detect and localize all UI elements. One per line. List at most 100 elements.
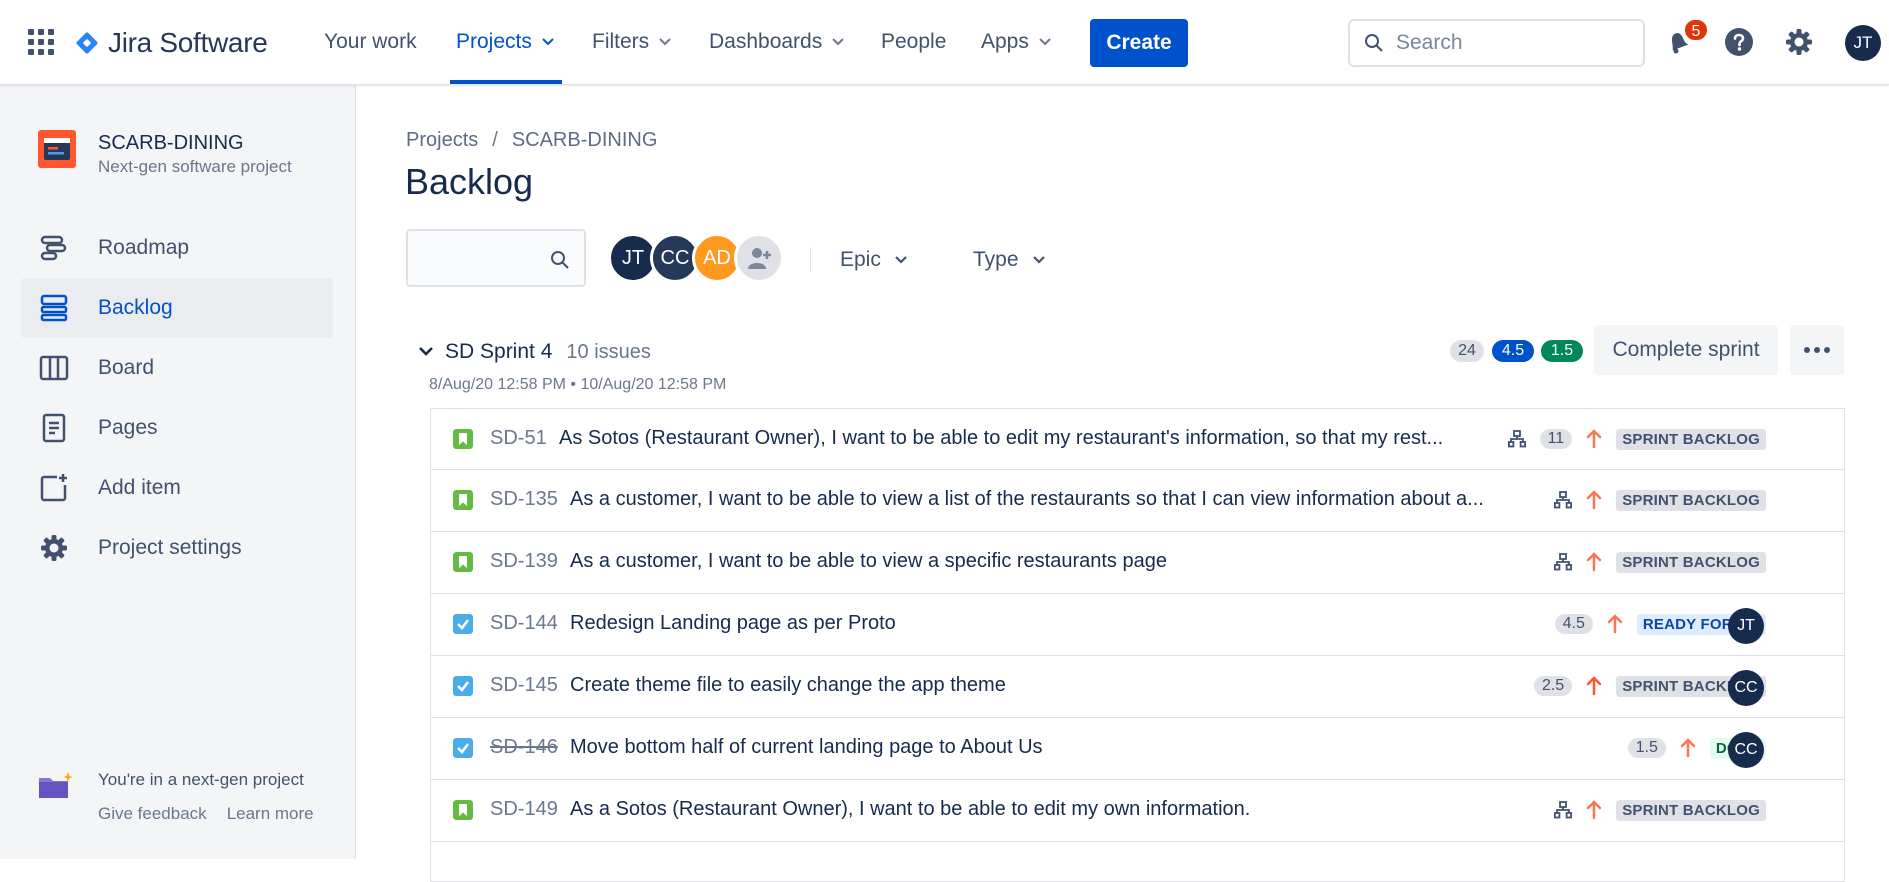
jira-diamond-icon xyxy=(76,32,98,54)
priority-medium-icon xyxy=(1680,738,1696,758)
nextgen-footer: You're in a next-gen project Give feedba… xyxy=(38,770,314,824)
notification-count-badge: 5 xyxy=(1683,18,1709,42)
breadcrumb-project[interactable]: SCARB-DINING xyxy=(512,129,658,152)
story-icon xyxy=(453,429,473,449)
chevron-down-icon[interactable] xyxy=(419,347,433,357)
issue-row[interactable]: SD-149 As a Sotos (Restaurant Owner), I … xyxy=(430,780,1845,842)
project-type: Next-gen software project xyxy=(98,157,292,176)
issue-key[interactable]: SD-145 xyxy=(490,674,558,697)
estimate-badge: 1.5 xyxy=(1627,738,1666,758)
sprint-header[interactable]: SD Sprint 4 10 issues xyxy=(419,340,651,364)
assignee-avatar[interactable]: CC xyxy=(1728,732,1764,768)
app-switcher-icon[interactable] xyxy=(28,29,54,55)
child-issues-icon xyxy=(1507,430,1526,448)
issue-row[interactable]: SD-139 As a customer, I want to be able … xyxy=(430,532,1845,594)
sidebar-item-label: Pages xyxy=(98,416,158,439)
sidebar-item-pages[interactable]: Pages xyxy=(21,398,333,458)
issue-row[interactable] xyxy=(430,842,1845,882)
issue-row[interactable]: SD-144 Redesign Landing page as per Prot… xyxy=(430,594,1845,656)
issue-summary: As a Sotos (Restaurant Owner), I want to… xyxy=(570,798,1251,820)
sprint-issue-count: 10 issues xyxy=(566,340,651,363)
sidebar-item-label: Roadmap xyxy=(98,236,190,259)
issue-row[interactable]: SD-135 As a customer, I want to be able … xyxy=(430,470,1845,532)
active-tab-indicator xyxy=(450,80,562,84)
nav-dashboards[interactable]: Dashboards xyxy=(709,30,844,54)
search-icon xyxy=(1365,34,1383,52)
breadcrumb-projects[interactable]: Projects xyxy=(406,129,478,152)
nav-people[interactable]: People xyxy=(881,30,946,54)
breadcrumb: Projects / SCARB-DINING xyxy=(406,129,657,152)
create-button[interactable]: Create xyxy=(1090,19,1188,67)
assignee-avatar[interactable]: JT xyxy=(1728,608,1764,644)
roadmap-icon xyxy=(40,235,67,261)
learn-more-link[interactable]: Learn more xyxy=(227,804,314,824)
points-todo-badge: 24 xyxy=(1450,340,1484,362)
add-people-icon[interactable] xyxy=(734,233,784,283)
status-lozenge[interactable]: SPRINT BACKLOG xyxy=(1616,551,1766,573)
sidebar-item-board[interactable]: Board xyxy=(21,338,333,398)
project-header[interactable]: SCARB-DINING Next-gen software project xyxy=(38,130,292,177)
gear-icon xyxy=(1786,29,1812,55)
epic-filter-dropdown[interactable]: Epic xyxy=(840,248,907,272)
issue-key[interactable]: SD-146 xyxy=(490,736,558,759)
question-mark-icon xyxy=(1725,28,1753,56)
chevron-down-icon xyxy=(832,38,844,46)
sprint-dates: 8/Aug/20 12:58 PM • 10/Aug/20 12:58 PM xyxy=(429,376,727,393)
search-icon xyxy=(551,251,569,269)
issue-key[interactable]: SD-144 xyxy=(490,612,558,635)
issue-row[interactable]: SD-146 Move bottom half of current landi… xyxy=(430,718,1845,780)
user-avatar[interactable]: JT xyxy=(1845,25,1881,61)
nav-your-work-label: Your work xyxy=(324,30,417,53)
give-feedback-link[interactable]: Give feedback xyxy=(98,804,207,824)
nav-your-work[interactable]: Your work xyxy=(324,30,417,54)
top-navigation: Jira Software Your work Projects Filters… xyxy=(0,0,1889,85)
sprint-name: SD Sprint 4 xyxy=(445,340,553,363)
issue-key[interactable]: SD-135 xyxy=(490,488,558,511)
issue-key[interactable]: SD-139 xyxy=(490,550,558,573)
sidebar-item-add-item[interactable]: Add item xyxy=(21,458,333,518)
backlog-main: Projects / SCARB-DINING Backlog JT CC AD… xyxy=(356,85,1889,882)
issue-row[interactable]: SD-145 Create theme file to easily chang… xyxy=(430,656,1845,718)
search-box[interactable] xyxy=(1348,19,1645,67)
type-filter-dropdown[interactable]: Type xyxy=(973,248,1045,272)
folder-sparkle-icon xyxy=(39,772,73,798)
assignee-avatar[interactable]: CC xyxy=(1728,670,1764,706)
issue-row[interactable]: SD-51 As Sotos (Restaurant Owner), I wan… xyxy=(430,408,1845,470)
help-icon[interactable] xyxy=(1721,24,1757,60)
status-lozenge[interactable]: SPRINT BACKLOG xyxy=(1616,489,1766,511)
sidebar-item-backlog[interactable]: Backlog xyxy=(21,278,333,338)
nav-projects[interactable]: Projects xyxy=(456,30,554,54)
issue-key[interactable]: SD-51 xyxy=(490,427,547,450)
task-icon xyxy=(453,738,473,758)
gear-icon xyxy=(41,535,67,561)
issue-summary: Move bottom half of current landing page… xyxy=(570,736,1043,758)
nav-projects-label: Projects xyxy=(456,30,532,53)
chevron-down-icon xyxy=(895,256,907,264)
priority-medium-icon xyxy=(1607,614,1623,634)
child-issues-icon xyxy=(1554,553,1573,571)
sidebar-item-project-settings[interactable]: Project settings xyxy=(21,518,333,578)
issue-key[interactable]: SD-149 xyxy=(490,798,558,821)
board-icon xyxy=(39,355,69,381)
issue-summary: Create theme file to easily change the a… xyxy=(570,674,1006,696)
search-input[interactable] xyxy=(1396,31,1616,55)
status-lozenge[interactable]: SPRINT BACKLOG xyxy=(1616,799,1766,821)
breadcrumb-separator: / xyxy=(492,129,498,151)
settings-gear-icon[interactable] xyxy=(1781,24,1817,60)
nav-dashboards-label: Dashboards xyxy=(709,30,823,53)
status-lozenge[interactable]: SPRINT BACKLOG xyxy=(1616,428,1766,450)
complete-sprint-button[interactable]: Complete sprint xyxy=(1594,325,1778,375)
chevron-down-icon xyxy=(659,38,671,46)
more-actions-button[interactable] xyxy=(1790,325,1844,375)
backlog-icon xyxy=(40,294,68,322)
nav-filters[interactable]: Filters xyxy=(592,30,671,54)
product-name: Jira Software xyxy=(108,27,268,58)
backlog-search-input[interactable] xyxy=(406,229,586,287)
nav-apps[interactable]: Apps xyxy=(981,30,1051,54)
issue-summary: As a customer, I want to be able to view… xyxy=(570,550,1167,572)
jira-logo[interactable]: Jira Software xyxy=(74,26,268,60)
nav-apps-label: Apps xyxy=(981,30,1029,53)
add-item-icon xyxy=(40,474,67,502)
sidebar-item-roadmap[interactable]: Roadmap xyxy=(21,218,333,278)
sidebar-item-label: Add item xyxy=(98,476,181,499)
